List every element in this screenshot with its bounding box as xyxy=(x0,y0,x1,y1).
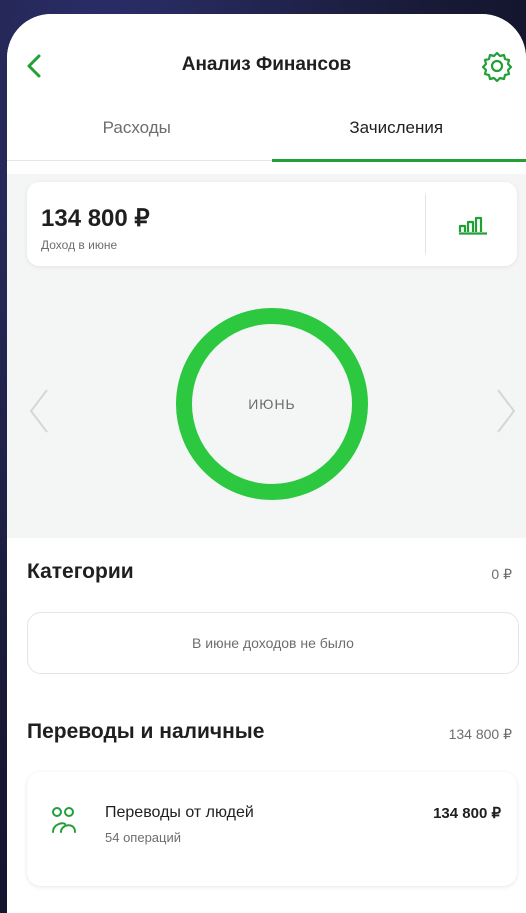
income-summary-card[interactable]: 134 800 ₽ Доход в июне xyxy=(27,182,517,266)
active-tab-indicator xyxy=(272,159,526,162)
list-item[interactable]: Переводы от людей 54 операций 134 800 ₽ xyxy=(27,772,517,886)
transfers-heading: Переводы и наличные xyxy=(27,720,265,743)
donut-month-label: ИЮНЬ xyxy=(248,396,296,412)
gear-icon[interactable] xyxy=(481,50,513,82)
categories-total: 0 ₽ xyxy=(491,566,512,582)
transfer-category-name: Переводы от людей xyxy=(105,804,254,821)
next-month-arrow-icon[interactable] xyxy=(492,386,520,436)
phone-screen: Анализ Финансов Расходы Зачисления 134 8… xyxy=(7,14,526,913)
transfer-amount: 134 800 ₽ xyxy=(433,805,501,822)
tab-bar: Расходы Зачисления xyxy=(7,114,526,162)
categories-heading: Категории xyxy=(27,560,134,583)
transfers-total: 134 800 ₽ xyxy=(448,726,512,742)
tab-expenses[interactable]: Расходы xyxy=(7,114,267,162)
income-period-label: Доход в июне xyxy=(41,238,118,252)
people-icon xyxy=(52,807,76,833)
card-divider xyxy=(425,194,426,254)
income-amount: 134 800 ₽ xyxy=(41,205,150,232)
categories-empty-message: В июне доходов не было xyxy=(27,612,519,674)
page-title: Анализ Финансов xyxy=(181,54,352,75)
previous-month-arrow-icon[interactable] xyxy=(25,386,53,436)
tab-income[interactable]: Зачисления xyxy=(267,114,526,162)
transfer-operations-count: 54 операций xyxy=(105,830,182,845)
tab-divider xyxy=(7,160,272,161)
bar-chart-icon[interactable] xyxy=(457,212,489,236)
